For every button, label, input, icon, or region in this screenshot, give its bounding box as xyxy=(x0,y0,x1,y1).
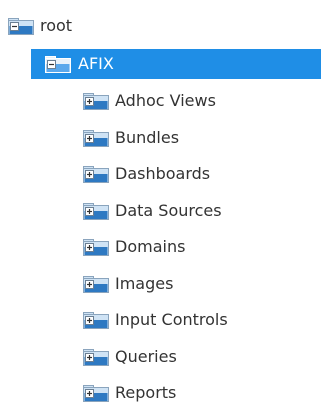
tree-node-label: Data Sources xyxy=(115,200,222,220)
tree-node-queries[interactable]: Queries xyxy=(83,342,177,372)
tree-node-bundles[interactable]: Bundles xyxy=(83,123,179,153)
tree-node-label: Dashboards xyxy=(115,164,211,183)
tree-node-data-sources[interactable]: Data Sources xyxy=(83,196,222,226)
tree-node-label: Bundles xyxy=(115,127,180,147)
folder-collapse-icon[interactable] xyxy=(45,55,71,73)
folder-expand-icon[interactable] xyxy=(83,275,109,293)
tree-node-label: root xyxy=(40,16,73,35)
tree-node-label: Reports xyxy=(115,383,177,402)
folder-expand-icon[interactable] xyxy=(83,238,109,256)
tree-node-dashboards[interactable]: Dashboards xyxy=(83,159,210,189)
tree-node-label: AFIX xyxy=(78,54,114,73)
tree-node-input-controls[interactable]: Input Controls xyxy=(83,305,228,335)
tree-node-label: Domains xyxy=(115,237,186,256)
folder-expand-icon[interactable] xyxy=(83,202,109,220)
folder-collapse-icon[interactable] xyxy=(8,17,34,35)
tree-node-label: Input Controls xyxy=(115,310,228,329)
folder-expand-icon[interactable] xyxy=(83,311,109,329)
tree-node-label: Images xyxy=(115,273,174,293)
tree-node-adhoc-views[interactable]: Adhoc Views xyxy=(83,86,216,116)
tree-node-afix-selected[interactable]: AFIX xyxy=(31,49,321,79)
folder-expand-icon[interactable] xyxy=(83,165,109,183)
tree-node-domains[interactable]: Domains xyxy=(83,232,185,262)
tree-node-root[interactable]: root xyxy=(8,11,72,41)
tree-node-images[interactable]: Images xyxy=(83,269,173,299)
folder-expand-icon[interactable] xyxy=(83,348,109,366)
tree-node-label: Queries xyxy=(115,346,177,366)
tree-node-label: Adhoc Views xyxy=(115,91,216,110)
folder-expand-icon[interactable] xyxy=(83,92,109,110)
repository-tree: root AFIX Adhoc Views Bundles Dashboards Da… xyxy=(0,0,321,406)
tree-node-reports[interactable]: Reports xyxy=(83,378,176,406)
folder-expand-icon[interactable] xyxy=(83,384,109,402)
folder-expand-icon[interactable] xyxy=(83,129,109,147)
